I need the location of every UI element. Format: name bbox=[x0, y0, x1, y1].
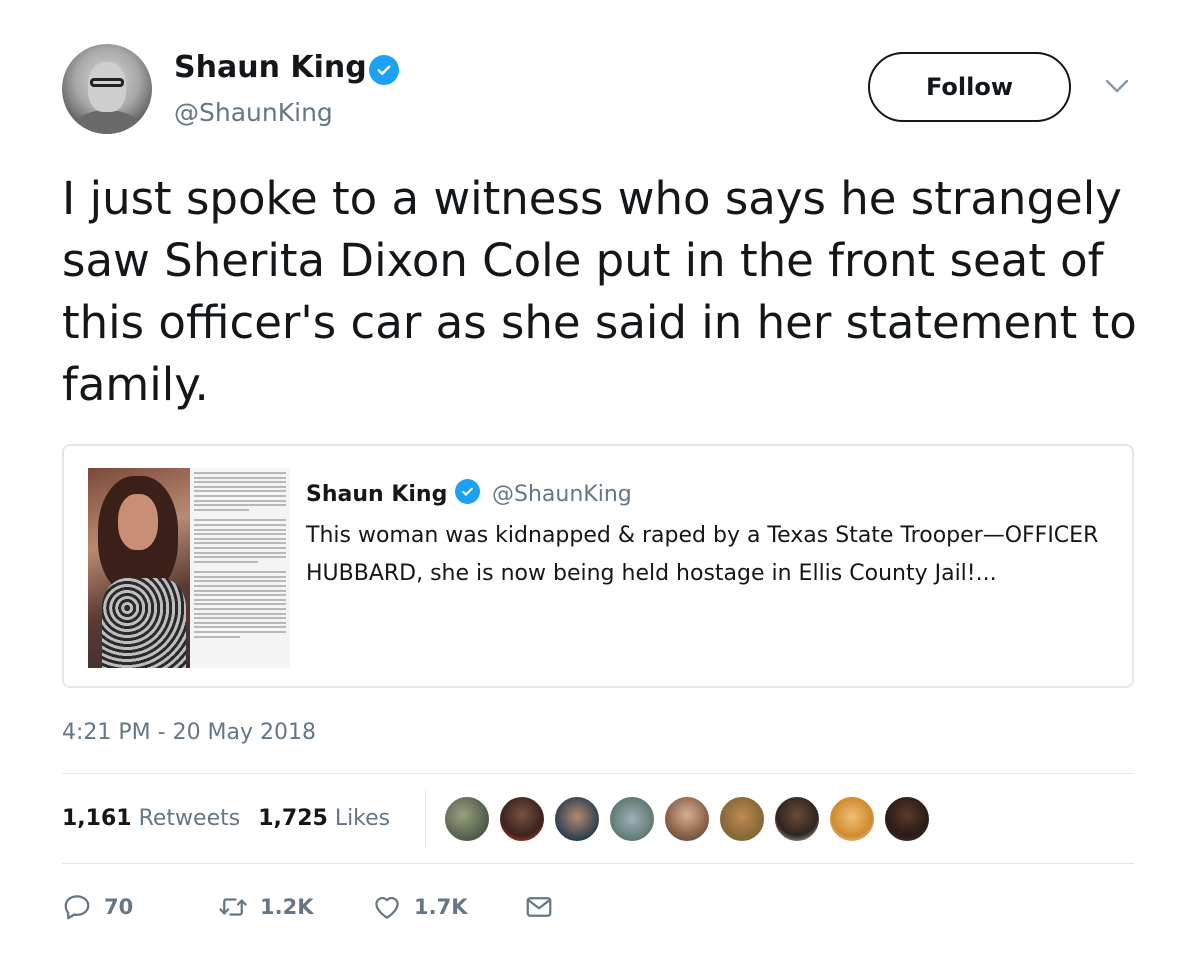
retweet-icon bbox=[219, 898, 247, 916]
liker-avatar[interactable] bbox=[828, 795, 876, 843]
liker-avatar[interactable] bbox=[663, 795, 711, 843]
engagement-stats: 1,161 Retweets 1,725 Likes bbox=[62, 806, 390, 831]
direct-message-button[interactable] bbox=[524, 892, 554, 922]
chevron-down-icon[interactable] bbox=[1104, 76, 1130, 96]
avatar-face-shape bbox=[88, 62, 126, 112]
follow-button[interactable]: Follow bbox=[868, 52, 1071, 122]
tweet-timestamp[interactable]: 4:21 PM - 20 May 2018 bbox=[62, 720, 316, 745]
liker-avatar[interactable] bbox=[498, 795, 546, 843]
photo-dress-shape bbox=[102, 578, 186, 668]
tweet-text: I just spoke to a witness who says he st… bbox=[62, 172, 1137, 411]
like-icon bbox=[375, 896, 399, 919]
verified-badge-icon bbox=[369, 55, 399, 85]
divider bbox=[62, 863, 1134, 864]
quoted-tweet-photo bbox=[88, 468, 190, 668]
reply-count: 70 bbox=[104, 895, 134, 919]
retweets-label: Retweets bbox=[138, 806, 241, 831]
retweet-count: 1.2K bbox=[260, 895, 314, 919]
stats-divider bbox=[425, 790, 426, 848]
verified-badge-icon bbox=[455, 479, 480, 504]
quoted-tweet-text: This woman was kidnapped & raped by a Te… bbox=[306, 523, 1099, 586]
quoted-tweet-document-image bbox=[190, 468, 290, 668]
liker-avatar[interactable] bbox=[883, 795, 931, 843]
liker-avatar[interactable] bbox=[608, 795, 656, 843]
divider bbox=[62, 773, 1134, 774]
quoted-author-name: Shaun King bbox=[306, 482, 448, 507]
retweets-stat[interactable]: 1,161 Retweets bbox=[62, 806, 240, 831]
likes-count: 1,725 bbox=[258, 806, 328, 831]
retweet-button[interactable]: 1.2K bbox=[218, 892, 313, 922]
author-handle[interactable]: @ShaunKing bbox=[174, 98, 333, 127]
like-button[interactable]: 1.7K bbox=[372, 892, 467, 922]
quoted-author-handle: @ShaunKing bbox=[492, 482, 632, 507]
avatar-body-shape bbox=[72, 110, 142, 134]
liker-avatar[interactable] bbox=[773, 795, 821, 843]
likes-stat[interactable]: 1,725 Likes bbox=[258, 806, 390, 831]
author-avatar[interactable] bbox=[62, 44, 152, 134]
author-name[interactable]: Shaun King bbox=[174, 50, 367, 85]
liker-avatar[interactable] bbox=[553, 795, 601, 843]
quoted-tweet-card[interactable]: Shaun King @ShaunKing This woman was kid… bbox=[62, 444, 1134, 688]
reply-icon bbox=[64, 895, 90, 920]
direct-message-icon bbox=[526, 897, 552, 917]
like-count: 1.7K bbox=[414, 895, 468, 919]
retweets-count: 1,161 bbox=[62, 806, 132, 831]
liker-avatar[interactable] bbox=[443, 795, 491, 843]
likes-label: Likes bbox=[334, 806, 391, 831]
reply-button[interactable]: 70 bbox=[62, 892, 133, 922]
avatar-glasses-shape bbox=[90, 78, 124, 87]
photo-face-shape bbox=[118, 494, 158, 550]
liker-avatar[interactable] bbox=[718, 795, 766, 843]
